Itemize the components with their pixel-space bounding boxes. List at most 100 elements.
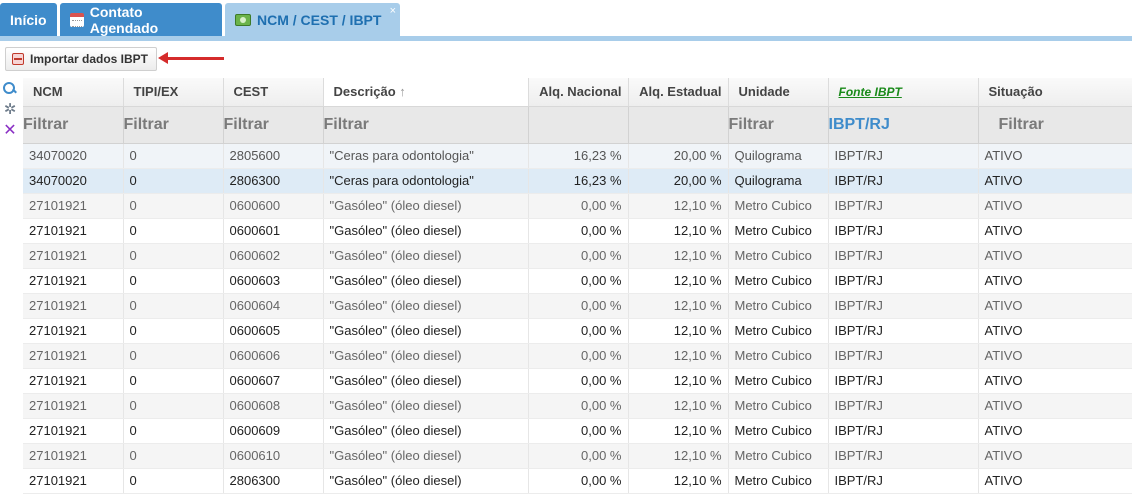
table-row[interactable]: 27101921 0 0600601 "Gasóleo" (óleo diesel) 0… <box>23 218 1132 244</box>
table-row[interactable]: 34070020 0 2805600 "Ceras para odontologia"… <box>23 143 1132 169</box>
table-row[interactable]: 27101921 0 0600609 "Gasóleo" (óleo diesel) 0… <box>23 418 1132 444</box>
table-row[interactable]: 27101921 0 0600603 "Gasóleo" (óleo diesel) 0… <box>23 268 1132 294</box>
cell-fonte: IBPT/RJ <box>828 293 979 319</box>
cell-alq-estadual: 12,10 % <box>628 218 729 244</box>
cell-unidade: Metro Cubico <box>728 268 829 294</box>
filter-descricao[interactable]: Filtrar <box>323 106 529 144</box>
column-header-fonte-ibpt[interactable]: Fonte IBPT <box>828 78 979 107</box>
gear-icon[interactable]: ✲ <box>2 102 18 118</box>
cell-alq-nacional: 0,00 % <box>528 343 629 369</box>
cell-cest: 0600606 <box>223 343 324 369</box>
cell-descricao: "Gasóleo" (óleo diesel) <box>323 418 529 444</box>
column-header-descricao-label: Descrição <box>333 84 396 100</box>
column-header-situacao[interactable]: Situação <box>978 78 1132 107</box>
column-header-ncm[interactable]: NCM <box>23 78 124 107</box>
cell-unidade: Metro Cubico <box>728 193 829 219</box>
cell-alq-nacional: 16,23 % <box>528 143 629 169</box>
tab-inicio[interactable]: Início <box>0 3 57 37</box>
cell-alq-estadual: 12,10 % <box>628 393 729 419</box>
cell-unidade: Quilograma <box>728 143 829 169</box>
cell-tipi: 0 <box>123 418 224 444</box>
filter-unidade[interactable]: Filtrar <box>728 106 829 144</box>
cell-cest: 2806300 <box>223 468 324 494</box>
cell-tipi: 0 <box>123 393 224 419</box>
cell-alq-nacional: 0,00 % <box>528 218 629 244</box>
cell-tipi: 0 <box>123 368 224 394</box>
cell-ncm: 34070020 <box>23 143 124 169</box>
import-ibpt-button[interactable]: Importar dados IBPT <box>5 47 158 71</box>
cell-unidade: Metro Cubico <box>728 368 829 394</box>
column-header-descricao[interactable]: Descrição ↑ <box>323 78 529 107</box>
table-row[interactable]: 27101921 0 0600606 "Gasóleo" (óleo diesel) 0… <box>23 343 1132 369</box>
table-row[interactable]: 27101921 0 2806300 "Gasóleo" (óleo diesel) 0… <box>23 468 1132 494</box>
cell-ncm: 27101921 <box>23 193 124 219</box>
column-header-tipi[interactable]: TIPI/EX <box>123 78 224 107</box>
cell-fonte: IBPT/RJ <box>828 318 979 344</box>
cell-descricao: "Gasóleo" (óleo diesel) <box>323 218 529 244</box>
cell-descricao: "Gasóleo" (óleo diesel) <box>323 243 529 269</box>
cell-tipi: 0 <box>123 443 224 469</box>
cell-alq-nacional: 0,00 % <box>528 318 629 344</box>
column-header-alq-nacional[interactable]: Alq. Nacional <box>528 78 629 107</box>
fonte-ibpt-link[interactable]: Fonte IBPT <box>839 85 902 99</box>
filter-alq-estadual <box>628 106 729 144</box>
column-header-alq-estadual[interactable]: Alq. Estadual <box>628 78 729 107</box>
cell-alq-nacional: 0,00 % <box>528 393 629 419</box>
cell-cest: 0600600 <box>223 193 324 219</box>
close-icon[interactable]: ✕ <box>2 123 18 139</box>
cell-cest: 2805600 <box>223 143 324 169</box>
cell-fonte: IBPT/RJ <box>828 243 979 269</box>
search-icon[interactable] <box>2 81 18 97</box>
cell-fonte: IBPT/RJ <box>828 168 979 194</box>
cell-ncm: 27101921 <box>23 268 124 294</box>
table-row[interactable]: 27101921 0 0600607 "Gasóleo" (óleo diesel) 0… <box>23 368 1132 394</box>
cell-ncm: 34070020 <box>23 168 124 194</box>
import-icon <box>12 53 24 65</box>
filter-situacao[interactable]: Filtrar <box>978 106 1132 144</box>
table-row[interactable]: 27101921 0 0600600 "Gasóleo" (óleo diesel) 0… <box>23 193 1132 219</box>
table-row[interactable]: 27101921 0 0600602 "Gasóleo" (óleo diesel) 0… <box>23 243 1132 269</box>
header-row: NCM TIPI/EX CEST Descrição ↑ Alq. Nacion… <box>23 78 1132 107</box>
filter-ncm[interactable]: Filtrar <box>23 106 124 144</box>
column-header-cest[interactable]: CEST <box>223 78 324 107</box>
cell-situacao: ATIVO <box>978 318 1132 344</box>
cell-alq-nacional: 16,23 % <box>528 168 629 194</box>
cell-unidade: Metro Cubico <box>728 293 829 319</box>
cell-ncm: 27101921 <box>23 443 124 469</box>
cell-alq-nacional: 0,00 % <box>528 468 629 494</box>
filter-row: Filtrar Filtrar Filtrar Filtrar Filtrar … <box>23 106 1132 144</box>
cell-situacao: ATIVO <box>978 443 1132 469</box>
cell-descricao: "Gasóleo" (óleo diesel) <box>323 393 529 419</box>
filter-cest[interactable]: Filtrar <box>223 106 324 144</box>
cell-alq-estadual: 12,10 % <box>628 243 729 269</box>
cell-cest: 0600603 <box>223 268 324 294</box>
table-row[interactable]: 27101921 0 0600605 "Gasóleo" (óleo diesel) 0… <box>23 318 1132 344</box>
cell-tipi: 0 <box>123 343 224 369</box>
tab-close-icon[interactable]: × <box>390 5 396 17</box>
sort-ascending-icon: ↑ <box>399 84 406 100</box>
cell-tipi: 0 <box>123 193 224 219</box>
tab-contato-agendado-label: Contato Agendado <box>89 4 159 36</box>
table-row[interactable]: 27101921 0 0600608 "Gasóleo" (óleo diesel) 0… <box>23 393 1132 419</box>
money-icon <box>235 14 251 26</box>
table-row[interactable]: 34070020 0 2806300 "Ceras para odontologia"… <box>23 168 1132 194</box>
tab-bar: Início Contato Agendado NCM / CEST / IBP… <box>0 0 1132 41</box>
filter-fonte[interactable]: IBPT/RJ <box>828 106 979 144</box>
cell-ncm: 27101921 <box>23 318 124 344</box>
cell-situacao: ATIVO <box>978 168 1132 194</box>
tab-contato-agendado[interactable]: Contato Agendado <box>60 3 222 37</box>
cell-alq-nacional: 0,00 % <box>528 193 629 219</box>
column-header-unidade[interactable]: Unidade <box>728 78 829 107</box>
cell-ncm: 27101921 <box>23 468 124 494</box>
cell-unidade: Metro Cubico <box>728 418 829 444</box>
cell-descricao: "Ceras para odontologia" <box>323 143 529 169</box>
table-row[interactable]: 27101921 0 0600604 "Gasóleo" (óleo diesel) 0… <box>23 293 1132 319</box>
table-row[interactable]: 27101921 0 0600610 "Gasóleo" (óleo diesel) 0… <box>23 443 1132 469</box>
cell-unidade: Metro Cubico <box>728 468 829 494</box>
filter-tipi[interactable]: Filtrar <box>123 106 224 144</box>
cell-situacao: ATIVO <box>978 293 1132 319</box>
tab-ncm-cest-ibpt[interactable]: NCM / CEST / IBPT × <box>225 3 400 37</box>
import-ibpt-label: Importar dados IBPT <box>30 52 149 66</box>
cell-cest: 0600609 <box>223 418 324 444</box>
cell-fonte: IBPT/RJ <box>828 443 979 469</box>
